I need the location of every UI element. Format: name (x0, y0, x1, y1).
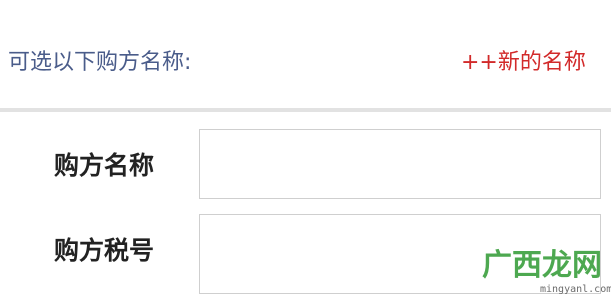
new-buyer-name-link[interactable]: ++新的名称 (461, 43, 586, 83)
buyer-tax-id-input[interactable] (199, 214, 601, 294)
top-strip (0, 0, 611, 22)
buyer-name-label: 购方名称 (54, 151, 155, 180)
buyer-name-input[interactable] (199, 129, 601, 199)
invoice-buyer-form-page: 可选以下购方名称: ++新的名称 购方名称 购方税号 广西龙网 mingyanl… (0, 0, 611, 299)
buyer-tax-id-label: 购方税号 (54, 236, 155, 265)
buyer-hint-label: 可选以下购方名称: (8, 50, 192, 75)
